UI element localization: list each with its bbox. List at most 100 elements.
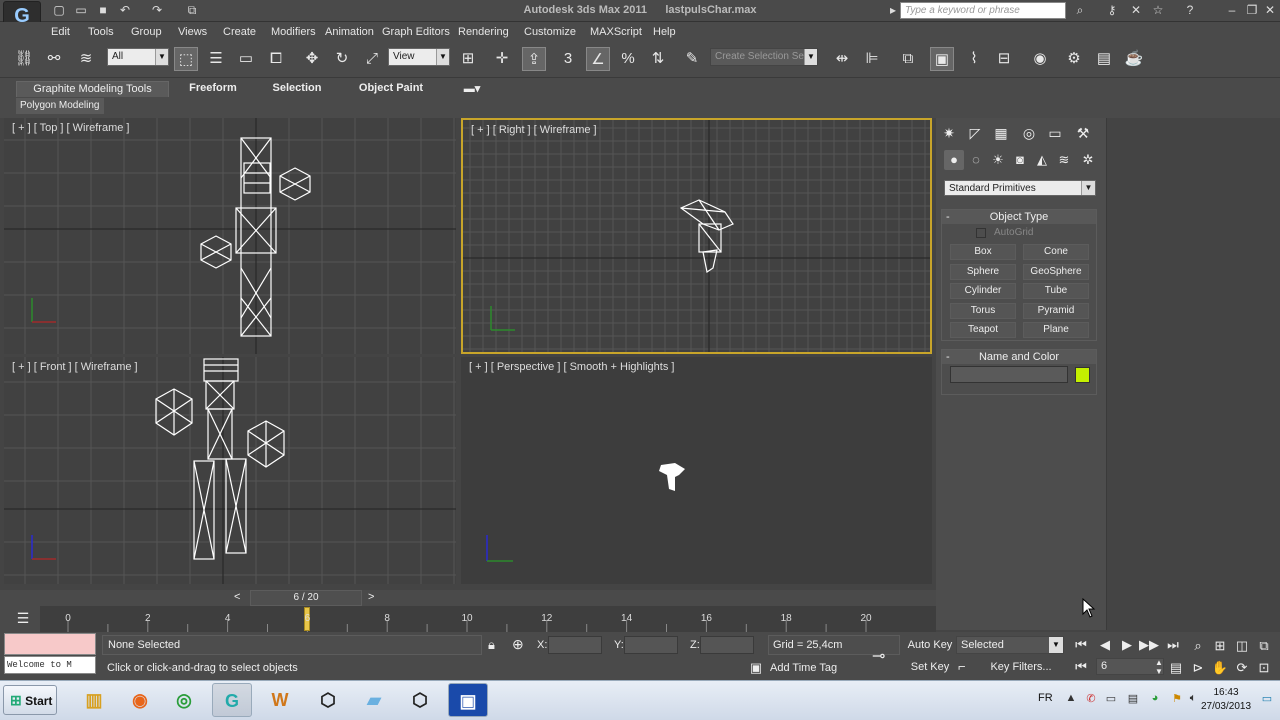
- close-button[interactable]: ✕: [1262, 3, 1278, 18]
- maxscript-listener-output[interactable]: Welcome to M: [4, 656, 96, 674]
- pan-view-icon[interactable]: ✋: [1210, 658, 1230, 678]
- modify-panel-icon[interactable]: ◸: [964, 122, 986, 144]
- select-rotate-icon[interactable]: ↻: [330, 47, 354, 71]
- primitive-category-dropdown[interactable]: Standard Primitives ▼: [944, 180, 1096, 196]
- display-panel-icon[interactable]: ▭: [1044, 122, 1066, 144]
- tray-app-icon[interactable]: ✆: [1084, 692, 1098, 706]
- viewport-right[interactable]: [ + ] [ Right ] [ Wireframe ]: [461, 118, 932, 354]
- align-icon[interactable]: ⊫: [860, 47, 884, 71]
- help-icon[interactable]: ?: [1182, 3, 1198, 18]
- maxscript-listener-input[interactable]: [4, 633, 96, 655]
- rendered-frame-window-icon[interactable]: ▤: [1092, 47, 1116, 71]
- viewport-label-top[interactable]: [ + ] [ Top ] [ Wireframe ]: [12, 122, 129, 134]
- go-to-start-icon[interactable]: ⏮: [1070, 636, 1092, 654]
- pyramid-button[interactable]: Pyramid: [1023, 303, 1089, 319]
- menu-edit[interactable]: Edit: [51, 26, 70, 38]
- selection-set-dropdown[interactable]: Selected ▼: [956, 636, 1064, 654]
- previous-frame-icon[interactable]: ◀: [1094, 636, 1116, 654]
- open-file-icon[interactable]: ▭: [74, 3, 88, 17]
- select-manipulate-icon[interactable]: ✛: [490, 47, 514, 71]
- system-clock[interactable]: 16:43 27/03/2013: [1198, 686, 1254, 714]
- tray-expand-icon[interactable]: ▲: [1064, 692, 1078, 706]
- chrome-icon[interactable]: ◎: [164, 683, 204, 717]
- menu-tools[interactable]: Tools: [88, 26, 114, 38]
- viewport-label-perspective[interactable]: [ + ] [ Perspective ] [ Smooth + Highlig…: [469, 361, 674, 373]
- menu-graph-editors[interactable]: Graph Editors: [382, 26, 450, 38]
- menu-maxscript[interactable]: MAXScript: [590, 26, 642, 38]
- auto-key-button[interactable]: Auto Key: [906, 636, 954, 654]
- tray-flag-icon[interactable]: ⚑: [1170, 692, 1184, 706]
- next-frame-arrow-icon[interactable]: >: [368, 591, 374, 603]
- tab-selection[interactable]: Selection: [264, 81, 330, 97]
- zoom-extents-all-icon[interactable]: ⧉: [1254, 636, 1274, 656]
- ribbon-options-icon[interactable]: ▬▾: [458, 81, 486, 97]
- maximize-viewport-icon[interactable]: ⊡: [1254, 658, 1274, 678]
- undo-icon[interactable]: ↶: [118, 3, 132, 17]
- time-slider[interactable]: 6 / 20: [250, 590, 362, 606]
- tab-graphite-modeling-tools[interactable]: Graphite Modeling Tools: [16, 81, 169, 97]
- zoom-icon[interactable]: ⌕: [1188, 636, 1208, 656]
- geometry-icon[interactable]: ●: [944, 150, 964, 170]
- spinner-snap-icon[interactable]: ⇅: [646, 47, 670, 71]
- set-key-icon[interactable]: ⊸: [872, 646, 885, 666]
- project-folder-icon[interactable]: ⧉: [185, 3, 199, 17]
- minimize-button[interactable]: ‒: [1224, 3, 1240, 18]
- open-mini-curve-editor-icon[interactable]: ☰: [12, 610, 34, 628]
- windows-app-icon[interactable]: ▣: [448, 683, 488, 717]
- edit-named-selection-icon[interactable]: ✎: [680, 47, 704, 71]
- save-file-icon[interactable]: ■: [96, 3, 110, 17]
- rectangular-selection-icon[interactable]: ▭: [234, 47, 258, 71]
- menu-customize[interactable]: Customize: [524, 26, 576, 38]
- zoom-all-icon[interactable]: ⊞: [1210, 636, 1230, 656]
- time-tag-icon[interactable]: ▣: [748, 660, 764, 676]
- default-in-out-tangent-icon[interactable]: ⌐: [958, 659, 966, 674]
- viewport-top[interactable]: [ + ] [ Top ] [ Wireframe ]: [4, 118, 456, 354]
- pivot-center-icon[interactable]: ⊞: [456, 47, 480, 71]
- tray-network-icon[interactable]: ▤: [1126, 692, 1140, 706]
- language-indicator[interactable]: FR: [1038, 692, 1053, 704]
- plane-button[interactable]: Plane: [1023, 322, 1089, 338]
- viewport-perspective[interactable]: [ + ] [ Perspective ] [ Smooth + Highlig…: [461, 357, 932, 584]
- 3dsmax-taskbar-icon[interactable]: G: [212, 683, 252, 717]
- window-crossing-icon[interactable]: ⧠: [264, 47, 288, 71]
- lights-icon[interactable]: ☀: [988, 150, 1008, 170]
- layer-manager-icon[interactable]: ⧉: [896, 47, 920, 71]
- firefox-icon[interactable]: ◉: [120, 683, 160, 717]
- named-selection-sets-dropdown[interactable]: Create Selection Se ▼: [710, 48, 818, 66]
- orbit-icon[interactable]: ⟳: [1232, 658, 1252, 678]
- menu-modifiers[interactable]: Modifiers: [271, 26, 316, 38]
- graphite-toggle-icon[interactable]: ▣: [930, 47, 954, 71]
- sphere-button[interactable]: Sphere: [950, 264, 1016, 280]
- curve-editor-icon[interactable]: ⌇: [962, 47, 986, 71]
- select-move-icon[interactable]: ✥: [300, 47, 324, 71]
- motion-panel-icon[interactable]: ◎: [1018, 122, 1040, 144]
- viewport-front[interactable]: [ + ] [ Front ] [ Wireframe ]: [4, 357, 456, 584]
- glass-app-icon[interactable]: ▰: [354, 683, 394, 717]
- keyboard-shortcut-override-icon[interactable]: ⇪: [522, 47, 546, 71]
- select-link-icon[interactable]: ⛓: [12, 47, 36, 71]
- start-button[interactable]: ⊞ Start: [3, 685, 57, 715]
- unlink-icon[interactable]: ⚯: [42, 47, 66, 71]
- binoculars-icon[interactable]: ⌕: [1072, 3, 1088, 18]
- render-production-icon[interactable]: ☕: [1122, 47, 1146, 71]
- torus-button[interactable]: Torus: [950, 303, 1016, 319]
- material-editor-icon[interactable]: ◉: [1028, 47, 1052, 71]
- expand-arrow-icon[interactable]: ▸: [886, 3, 900, 17]
- menu-create[interactable]: Create: [223, 26, 256, 38]
- percent-snap-icon[interactable]: %: [616, 47, 640, 71]
- select-by-name-icon[interactable]: ☰: [204, 47, 228, 71]
- tray-device-icon[interactable]: ▭: [1104, 692, 1118, 706]
- zoom-extents-icon[interactable]: ◫: [1232, 636, 1252, 656]
- frame-spinner-icon[interactable]: ▲ ▼: [1155, 658, 1163, 676]
- x-coordinate-field[interactable]: [548, 636, 602, 654]
- polygon-modeling-panel[interactable]: Polygon Modeling: [16, 98, 104, 114]
- viewport-label-right[interactable]: [ + ] [ Right ] [ Wireframe ]: [471, 124, 597, 136]
- field-of-view-icon[interactable]: ⊳: [1188, 658, 1208, 678]
- set-key-button[interactable]: Set Key: [906, 658, 954, 676]
- subscription-icon[interactable]: ⚷: [1104, 3, 1120, 18]
- communication-icon[interactable]: ✕: [1128, 3, 1144, 18]
- unity-icon[interactable]: ⬡: [308, 683, 348, 717]
- object-type-header[interactable]: - Object Type: [942, 210, 1096, 224]
- selection-filter-dropdown[interactable]: All ▼: [107, 48, 169, 66]
- autogrid-checkbox[interactable]: [976, 228, 986, 238]
